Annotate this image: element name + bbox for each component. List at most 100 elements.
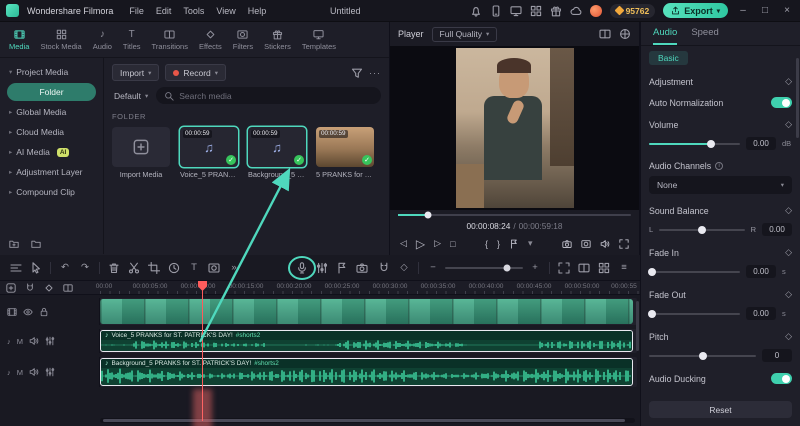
select-tool-icon[interactable] [26,258,46,278]
timeline-vertical-scrollbar[interactable] [636,301,639,351]
voice-audio-clip[interactable]: ♪ Voice_5 PRANKS for ST. PATRICK'S DAY! … [100,330,633,352]
sound-balance-handle[interactable] [698,226,706,234]
sidebar-item-cloud-media[interactable]: ▸Cloud Media [0,122,103,142]
volume-slider[interactable] [649,143,740,145]
split-view-icon[interactable] [599,28,611,40]
fit-timeline-button[interactable] [554,258,574,278]
more-tools-button[interactable]: » [224,258,244,278]
track-volume-icon[interactable] [29,336,39,346]
fade-out-handle[interactable] [648,310,656,318]
mark-in-button[interactable]: { [485,239,488,249]
zoom-out-button[interactable]: − [423,258,443,278]
cloud-icon[interactable] [570,5,582,17]
lock-track-icon[interactable] [39,307,49,317]
keyframe-all-icon[interactable] [44,283,54,293]
resources-icon[interactable] [530,5,542,17]
import-button[interactable]: Import▾ [112,64,159,81]
fade-in-keyframe-icon[interactable]: ◇ [785,247,792,258]
sidebar-item-project-media[interactable]: ▾Project Media [0,62,103,82]
record-button[interactable]: Record▾ [165,64,226,81]
timeline-layout-button[interactable] [594,258,614,278]
tab-transitions[interactable]: Transitions [147,22,193,57]
sidebar-item-folder[interactable]: Folder [7,83,96,101]
pitch-handle[interactable] [699,352,707,360]
sound-balance-keyframe-icon[interactable]: ◇ [785,205,792,216]
marker-button[interactable] [509,239,519,249]
keyframe-button[interactable]: ◇ [394,258,414,278]
audio-channels-dropdown[interactable]: None ▾ [649,176,792,194]
properties-tab-audio[interactable]: Audio [653,22,677,45]
filter-icon[interactable] [351,67,363,79]
sound-balance-slider[interactable] [659,229,744,231]
sidebar-item-ai-media[interactable]: ▸AI MediaAI [0,142,103,162]
sidebar-item-global-media[interactable]: ▸Global Media [0,102,103,122]
close-button[interactable]: × [780,5,794,16]
snapshot-button[interactable] [352,258,372,278]
hide-track-icon[interactable] [23,307,33,317]
properties-tab-speed[interactable]: Speed [691,22,718,45]
scopes-icon[interactable] [619,28,631,40]
crop-button[interactable] [144,258,164,278]
export-menu-icon[interactable]: ▾ [717,7,720,15]
sidebar-item-adjustment-layer[interactable]: ▸Adjustment Layer [0,162,103,182]
undo-button[interactable]: ↶ [55,258,75,278]
scrollbar-thumb[interactable] [103,419,625,422]
track-height-button[interactable] [574,258,594,278]
tab-audio[interactable]: ♪Audio [88,22,117,57]
more-options-icon[interactable]: ··· [369,68,381,78]
video-clip[interactable] [100,299,633,324]
tab-filters[interactable]: Filters [228,22,258,57]
auto-normalization-toggle[interactable] [771,97,792,108]
maximize-button[interactable]: □ [758,5,772,16]
background-audio-clip[interactable]: ♪ Background_5 PRANKS for ST. PATRICK'S … [100,358,633,386]
tab-titles[interactable]: TTitles [118,22,146,57]
mute-track-icon[interactable]: M [17,368,23,377]
marker-button[interactable] [332,258,352,278]
mark-out-button[interactable]: } [497,239,500,249]
tab-stock-media[interactable]: Stock Media [35,22,86,57]
user-avatar[interactable] [590,5,602,17]
fade-out-value[interactable]: 0.00 [746,307,776,320]
next-frame-button[interactable]: ▷ [434,238,441,249]
split-button[interactable] [124,258,144,278]
collapse-folders-icon[interactable] [31,239,41,249]
marker-menu-icon[interactable]: ▾ [528,238,533,249]
minimize-button[interactable]: – [736,5,750,16]
import-media-tile[interactable]: Import Media [112,127,170,179]
redo-button[interactable]: ↷ [75,258,95,278]
notification-icon[interactable] [470,5,482,17]
fade-out-slider[interactable] [649,313,740,315]
mask-button[interactable] [204,258,224,278]
seek-bar[interactable] [398,214,631,216]
tab-media[interactable]: Media [4,22,34,57]
menu-file[interactable]: File [129,6,144,16]
zoom-in-button[interactable]: + [525,258,545,278]
snapshot-button[interactable] [562,239,572,249]
delete-button[interactable] [104,258,124,278]
track-settings-icon[interactable] [45,336,55,346]
manage-tracks-icon[interactable] [6,258,26,278]
pitch-keyframe-icon[interactable]: ◇ [785,331,792,342]
volume-slider-handle[interactable] [707,140,715,148]
voiceover-record-button[interactable] [292,258,312,278]
tab-templates[interactable]: Templates [297,22,341,57]
media-item-voice[interactable]: 00:00:59 ♫ ✓ Voice_5 PRANKS... [180,127,238,179]
adjustment-keyframe-icon[interactable]: ◇ [785,76,792,87]
volume-value[interactable]: 0.00 [746,137,776,150]
fade-out-keyframe-icon[interactable]: ◇ [785,289,792,300]
timeline-menu-button[interactable]: ≡ [614,258,634,278]
balance-value[interactable]: 0.00 [762,223,792,236]
text-tool-button[interactable]: T [184,258,204,278]
media-item-background[interactable]: 00:00:59 ♫ ✓ Background_5 P... [248,127,306,179]
menu-help[interactable]: Help [248,6,267,16]
media-item-video[interactable]: 00:00:59 ✓ 5 PRANKS for ST... [316,127,374,179]
sort-dropdown[interactable]: Default▾ [112,91,150,101]
timeline-horizontal-scrollbar[interactable] [100,418,635,423]
menu-edit[interactable]: Edit [156,6,172,16]
link-clips-icon[interactable] [63,283,73,293]
audio-track-1-header[interactable]: ♪ M [0,329,100,353]
menu-view[interactable]: View [216,6,235,16]
properties-scrollbar[interactable] [796,58,799,138]
points-badge[interactable]: 95762 [610,4,656,18]
zoom-slider-handle[interactable] [504,264,511,271]
